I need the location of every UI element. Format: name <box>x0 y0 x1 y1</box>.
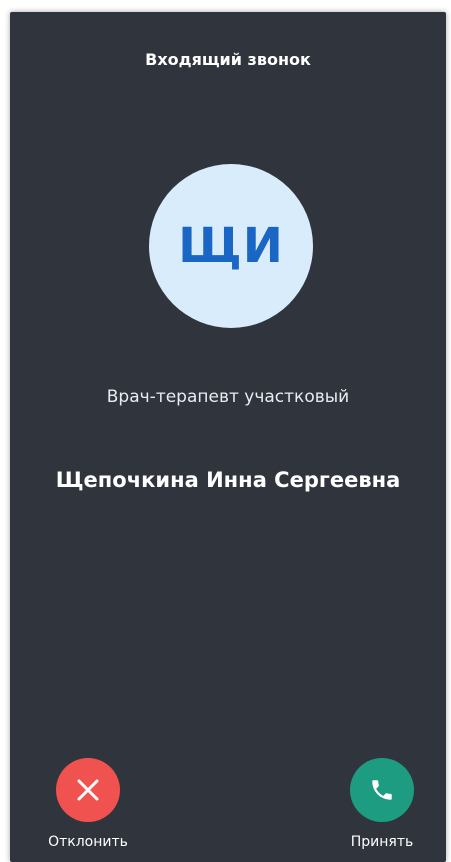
accept-action: Принять <box>337 758 427 850</box>
decline-label: Отклонить <box>48 834 128 850</box>
caller-name: Щепочкина Инна Сергеевна <box>55 468 401 492</box>
avatar-initials: ЩИ <box>178 218 284 274</box>
phone-icon <box>372 780 392 800</box>
avatar: ЩИ <box>149 164 313 328</box>
accept-button[interactable] <box>350 758 414 822</box>
decline-button[interactable] <box>56 758 120 822</box>
incoming-call-screen: Входящий звонок ЩИ Врач-терапевт участко… <box>10 12 446 862</box>
close-icon <box>77 779 99 801</box>
decline-action: Отклонить <box>43 758 133 850</box>
page-title: Входящий звонок <box>145 50 311 69</box>
caller-role: Врач-терапевт участковый <box>106 387 350 407</box>
accept-label: Принять <box>350 834 414 850</box>
